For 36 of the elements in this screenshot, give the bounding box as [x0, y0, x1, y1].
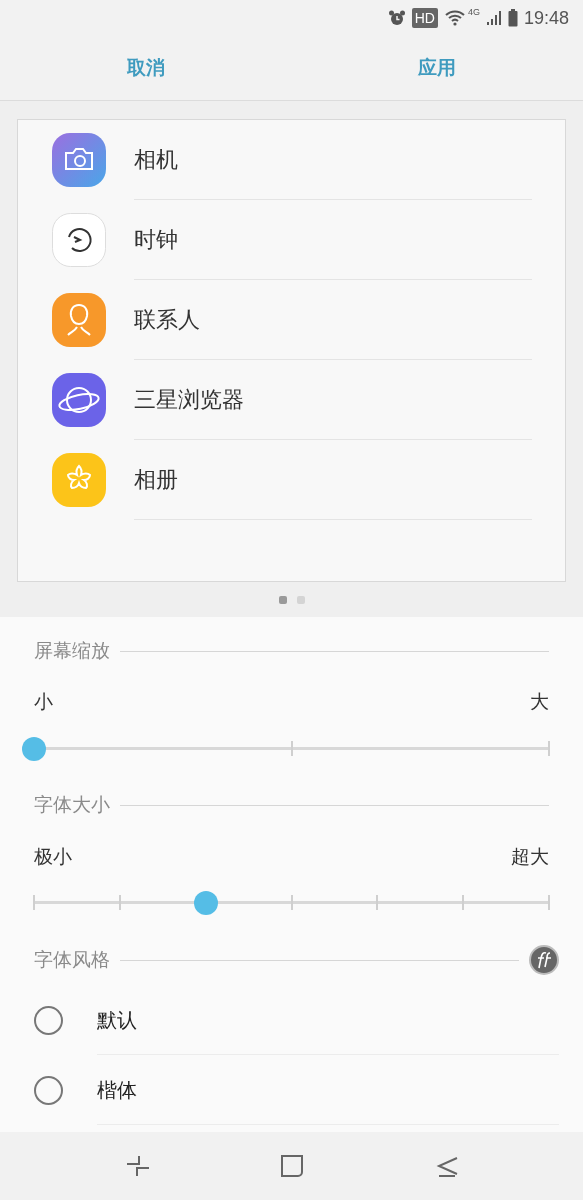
hd-badge: HD — [411, 8, 438, 28]
recent-apps-icon[interactable] — [124, 1154, 151, 1178]
network-type: 4G — [467, 6, 480, 19]
font-icon[interactable] — [529, 945, 559, 975]
battery-icon — [507, 9, 518, 27]
home-icon[interactable] — [279, 1154, 304, 1178]
max-label: 大 — [530, 690, 549, 714]
page-indicator[interactable] — [278, 596, 287, 604]
slider-thumb[interactable] — [193, 891, 218, 915]
app-label: 相册 — [134, 466, 178, 494]
radio-button[interactable] — [34, 1075, 63, 1105]
signal-icon — [485, 10, 502, 26]
gallery-app-icon — [52, 453, 106, 507]
min-label: 极小 — [34, 844, 72, 869]
app-label: 时钟 — [134, 226, 178, 254]
clock-app-icon — [52, 213, 106, 267]
wifi-icon — [443, 9, 466, 27]
slider-thumb[interactable] — [22, 736, 46, 761]
option-label: 楷体 — [97, 1077, 137, 1103]
alarm-icon — [387, 9, 406, 27]
radio-button[interactable] — [34, 1005, 63, 1035]
cancel-button[interactable]: 取消 — [0, 36, 292, 100]
section-title: 字体大小 — [34, 793, 110, 818]
browser-app-icon — [52, 373, 106, 427]
option-label: 默认 — [97, 1007, 137, 1033]
app-label: 三星浏览器 — [134, 386, 244, 414]
app-label: 联系人 — [134, 306, 200, 334]
app-label: 相机 — [134, 146, 178, 174]
clock-time: 19:48 — [523, 6, 569, 30]
min-label: 小 — [34, 690, 53, 714]
camera-app-icon — [52, 133, 106, 187]
contacts-app-icon — [52, 293, 106, 347]
apply-button[interactable]: 应用 — [291, 36, 583, 100]
section-title: 字体风格 — [34, 947, 110, 972]
max-label: 超大 — [511, 844, 549, 869]
section-title: 屏幕缩放 — [34, 638, 110, 663]
